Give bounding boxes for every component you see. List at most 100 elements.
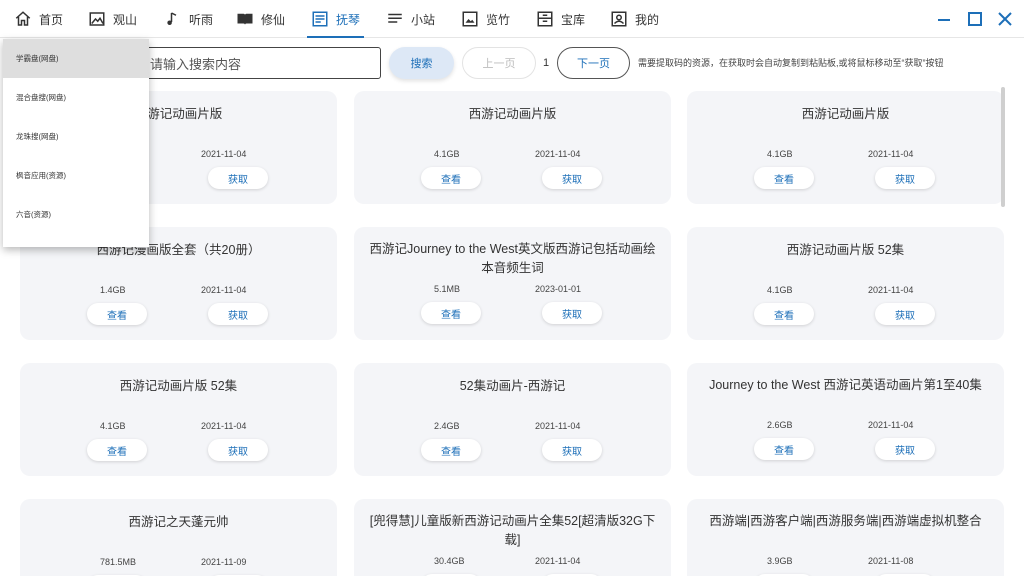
prev-page-button[interactable]: 上一页 (462, 47, 536, 79)
resource-card: 52集动画片-西游记 2.4GB 2021-11-04 查看 获取 (354, 363, 671, 476)
page-number: 1 (542, 57, 550, 69)
file-size: 4.1GB (767, 149, 793, 159)
top-nav: 首页 观山 听雨 修仙 抚琴 小站 览竹 宝库 我的 (0, 0, 1024, 38)
tab-lanzhu[interactable]: 览竹 (461, 0, 510, 38)
upload-date: 2021-11-04 (201, 149, 247, 159)
tab-guanshan[interactable]: 观山 (88, 0, 137, 38)
get-button[interactable]: 获取 (875, 303, 935, 325)
home-icon (15, 11, 31, 26)
source-dropdown-menu: 学霸盘(网盘) 混合盘搜(网盘) 龙珠搜(网盘) 枫音应用(资源) 六音(资源) (3, 39, 149, 247)
get-button[interactable]: 获取 (542, 439, 602, 461)
music-note-icon (167, 12, 177, 25)
close-icon (998, 12, 1012, 26)
resource-card: 西游端|西游客户端|西游服务端|西游端虚拟机整合3.9GB2021-11-08查… (687, 499, 1004, 576)
dropdown-item[interactable]: 六音(资源) (3, 195, 149, 234)
resource-card: 西游记动画片版 4.1GB 2021-11-04 查看 获取 (687, 91, 1004, 204)
resource-card: Journey to the West 西游记英语动画片第1至40集 2.6GB 2… (687, 363, 1004, 476)
dropdown-item[interactable]: 混合盘搜(网盘) (3, 78, 149, 117)
tab-label: 抚琴 (336, 12, 361, 27)
next-page-button[interactable]: 下一页 (557, 47, 630, 79)
file-size: 5.1MB (434, 284, 461, 294)
upload-date: 2021-11-04 (868, 285, 914, 295)
view-button[interactable]: 查看 (754, 303, 814, 325)
hint-text: 需要提取码的资源，在获取时会自动复制到粘贴板,或将鼠标移动至“获取”按钮 (638, 58, 944, 68)
get-button[interactable]: 获取 (542, 167, 602, 189)
file-size: 2.4GB (434, 421, 460, 431)
article-icon (312, 11, 328, 27)
card-title: 西游记动画片版 (468, 107, 557, 121)
dropdown-item[interactable]: 龙珠搜(网盘) (3, 117, 149, 156)
view-button[interactable]: 查看 (754, 438, 814, 460)
tab-tingyu[interactable]: 听雨 (164, 0, 213, 38)
account-box-icon (611, 11, 627, 27)
get-button[interactable]: 获取 (208, 303, 268, 325)
search-button[interactable]: 搜索 (389, 47, 454, 79)
view-button[interactable]: 查看 (87, 303, 147, 325)
file-size: 4.1GB (100, 421, 126, 431)
minimize-button[interactable] (934, 9, 954, 29)
view-button[interactable]: 查看 (421, 302, 481, 324)
tab-baoku[interactable]: 宝库 (536, 0, 585, 38)
scrollbar[interactable] (1001, 87, 1005, 207)
image-icon (89, 12, 105, 26)
tab-fuqin[interactable]: 抚琴 (306, 0, 365, 38)
card-title: 西游端|西游客户端|西游服务端|西游端虚拟机整合 (709, 514, 982, 528)
upload-date: 2023-01-01 (535, 284, 582, 294)
file-size: 3.9GB (767, 556, 793, 566)
resource-card: 西游记之天蓬元帅781.5MB2021-11-09查看获取 (20, 499, 337, 576)
upload-date: 2021-11-04 (535, 149, 581, 159)
card-title: 西游记动画片版 52集 (119, 379, 238, 393)
resource-card: [兜得慧]儿童版新西游记动画片全集52[超清版32G下载] 30.4GB 2021-… (354, 499, 671, 576)
view-button[interactable]: 查看 (87, 439, 147, 461)
tab-home[interactable]: 首页 (14, 0, 63, 38)
search-input[interactable]: 请输入搜索内容 (140, 47, 381, 79)
get-button[interactable]: 获取 (875, 438, 935, 460)
upload-date: 2021-11-04 (201, 285, 247, 295)
tab-wode[interactable]: 我的 (610, 0, 659, 38)
view-button[interactable]: 查看 (421, 167, 481, 189)
card-title: 52集动画片-西游记 (459, 379, 566, 393)
card-title: Journey to the West 西游记英语动画片第1至40集 (709, 378, 982, 392)
tab-xiaozhan[interactable]: 小站 (386, 0, 435, 38)
file-size: 1.4GB (100, 285, 126, 295)
get-button[interactable]: 获取 (542, 302, 602, 324)
search-placeholder: 请输入搜索内容 (150, 56, 242, 72)
resource-card: 西游记动画片版 4.1GB 2021-11-04 查看 获取 (354, 91, 671, 204)
resource-card: 西游记Journey to the West英文版西游记包括动画绘本音频生词 5.… (354, 227, 671, 340)
card-title: 西游记之天蓬元帅 (128, 515, 229, 529)
resource-card: 西游记动画片版 52集 4.1GB 2021-11-04 查看 获取 (20, 363, 337, 476)
maximize-button[interactable] (965, 9, 985, 29)
dropdown-item[interactable]: 枫音应用(资源) (3, 156, 149, 195)
get-button[interactable]: 获取 (208, 439, 268, 461)
menu-lines-icon (388, 13, 402, 23)
card-title: 西游记动画片版 52集 (786, 243, 905, 257)
tab-xiuxian[interactable]: 修仙 (236, 0, 285, 38)
get-button[interactable]: 获取 (875, 167, 935, 189)
upload-date: 2021-11-04 (868, 420, 914, 430)
file-size: 30.4GB (434, 556, 465, 566)
resource-card: 西游记动画片版 52集 4.1GB 2021-11-04 查看 获取 (687, 227, 1004, 340)
tab-label: 小站 (411, 12, 436, 27)
view-button[interactable]: 查看 (421, 439, 481, 461)
tab-label: 首页 (39, 12, 64, 27)
tab-label: 观山 (113, 12, 138, 27)
archive-icon (537, 11, 553, 27)
card-title: 西游记Journey to the West英文版西游记包括动画绘本音频生词 (369, 242, 656, 275)
close-button[interactable] (995, 9, 1015, 29)
tab-label: 听雨 (189, 12, 214, 27)
get-button[interactable]: 获取 (208, 167, 268, 189)
tab-label: 修仙 (261, 12, 286, 27)
view-button[interactable]: 查看 (754, 167, 814, 189)
dropdown-item[interactable]: 学霸盘(网盘) (3, 39, 149, 78)
minimize-icon (938, 19, 950, 21)
card-title: [兜得慧]儿童版新西游记动画片全集52[超清版32G下载] (369, 514, 656, 547)
photo-icon (462, 11, 478, 27)
file-size: 4.1GB (767, 285, 793, 295)
upload-date: 2021-11-09 (201, 557, 247, 567)
file-size: 781.5MB (100, 557, 137, 567)
file-size: 4.1GB (434, 149, 460, 159)
book-icon (237, 13, 253, 25)
file-size: 2.6GB (767, 420, 793, 430)
upload-date: 2021-11-04 (868, 149, 914, 159)
tab-label: 我的 (635, 12, 660, 27)
